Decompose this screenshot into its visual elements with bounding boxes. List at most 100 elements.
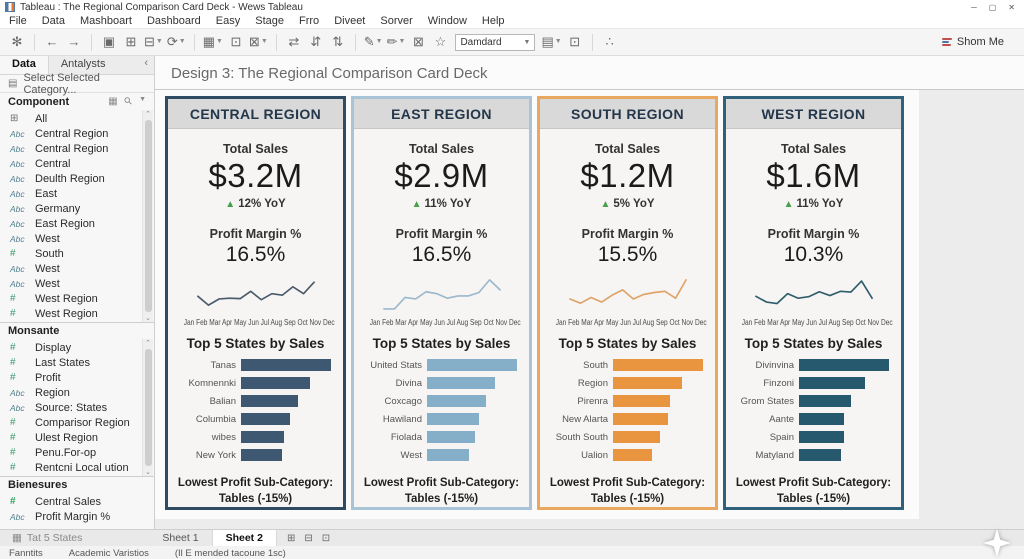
format-icon[interactable]: ✏ ▼ <box>385 31 408 53</box>
field-item[interactable]: ⊞ All <box>0 111 141 126</box>
field-item[interactable]: Abc Central <box>0 156 141 171</box>
bar[interactable] <box>613 431 660 444</box>
profit-trend-sparkline[interactable] <box>740 272 888 317</box>
field-item[interactable]: Abc Central Region <box>0 126 141 141</box>
sort-descending-icon[interactable]: ⇅ <box>327 31 349 53</box>
new-dashboard-icon[interactable]: ⊟ <box>304 533 312 544</box>
field-item[interactable]: Abc West <box>0 261 141 276</box>
menu-item-diveet[interactable]: Diveet <box>334 15 365 27</box>
bar[interactable] <box>241 431 285 444</box>
field-item[interactable]: Abc Central Region <box>0 141 141 156</box>
new-worksheet-icon[interactable]: ▦ ▼ <box>201 31 225 53</box>
new-worksheet-icon[interactable]: ⊞ <box>287 533 295 544</box>
bar[interactable] <box>241 359 331 372</box>
measures-scrollbar[interactable]: ⌃ ⌄ <box>142 339 153 476</box>
bar[interactable] <box>241 449 282 462</box>
field-item[interactable]: Abc West <box>0 231 141 246</box>
menu-item-help[interactable]: Help <box>482 15 505 27</box>
tableau-logo-icon[interactable]: ✻ <box>6 31 28 53</box>
bar[interactable] <box>613 413 668 426</box>
bar[interactable] <box>427 413 480 426</box>
field-item[interactable]: # Central Sales <box>0 494 141 509</box>
menu-item-mashboart[interactable]: Mashboart <box>80 15 132 27</box>
field-item[interactable]: # Profit <box>0 370 141 385</box>
field-item[interactable]: # West Region <box>0 291 141 306</box>
minimize-icon[interactable]: ─ <box>971 3 977 12</box>
close-icon[interactable]: ✕ <box>1008 3 1015 12</box>
menu-item-stage[interactable]: Stage <box>255 15 284 27</box>
field-item[interactable]: # Comparisor Region <box>0 415 141 430</box>
pause-updates-icon[interactable]: ⊟ ▼ <box>142 31 165 53</box>
clear-sheet-icon[interactable]: ⊠ ▼ <box>247 31 270 53</box>
menu-item-data[interactable]: Data <box>42 15 65 27</box>
field-item[interactable]: # Last States <box>0 355 141 370</box>
bar[interactable] <box>241 377 311 390</box>
show-hide-cards-icon[interactable]: ▤ ▼ <box>539 31 563 53</box>
bar[interactable] <box>427 449 470 462</box>
bar[interactable] <box>613 377 683 390</box>
view-as-table-icon[interactable]: ▦ <box>108 96 117 107</box>
menu-item-dashboard[interactable]: Dashboard <box>147 15 201 27</box>
field-item[interactable]: Abc East Region <box>0 216 141 231</box>
show-mark-labels-icon[interactable]: ⊠ <box>407 31 429 53</box>
bar[interactable] <box>241 413 290 426</box>
data-source-selector[interactable]: ▤ Select Selected Category... <box>0 72 154 96</box>
new-story-icon[interactable]: ⊡ <box>322 533 330 544</box>
highlight-icon[interactable]: ✎ ▼ <box>362 31 385 53</box>
field-item[interactable]: # West Region <box>0 306 141 321</box>
field-item[interactable]: # Ulest Region <box>0 430 141 445</box>
field-item[interactable]: # Display <box>0 340 141 355</box>
save-icon[interactable]: ▣ <box>98 31 120 53</box>
menu-item-file[interactable]: File <box>9 15 27 27</box>
bar[interactable] <box>799 395 852 408</box>
menu-item-window[interactable]: Window <box>428 15 467 27</box>
menu-item-frro[interactable]: Frro <box>299 15 319 27</box>
bar[interactable] <box>427 395 487 408</box>
field-item[interactable]: # Penu.For-op <box>0 445 141 460</box>
field-item[interactable]: Abc Region <box>0 385 141 400</box>
presentation-mode-icon[interactable]: ⊡ <box>564 31 586 53</box>
search-icon[interactable]: ⚲ <box>122 95 135 108</box>
share-icon[interactable]: ∴ <box>599 31 621 53</box>
field-item[interactable]: Abc Germany <box>0 201 141 216</box>
bar[interactable] <box>427 359 517 372</box>
data-source-tab[interactable]: ▦ Tat 5 States <box>0 530 94 546</box>
field-item[interactable]: Abc Deulth Region <box>0 171 141 186</box>
refresh-data-icon[interactable]: ⟳ ▼ <box>165 31 188 53</box>
bar[interactable] <box>427 431 475 444</box>
sort-ascending-icon[interactable]: ⇵ <box>305 31 327 53</box>
undo-icon[interactable]: ← <box>41 31 63 53</box>
bar[interactable] <box>799 413 844 426</box>
field-item[interactable]: # South <box>0 246 141 261</box>
bar[interactable] <box>799 449 842 462</box>
swap-axes-icon[interactable]: ⇄ <box>283 31 305 53</box>
tab-sheet-2[interactable]: Sheet 2 <box>212 530 277 546</box>
bar[interactable] <box>613 449 652 462</box>
profit-trend-sparkline[interactable] <box>182 272 330 317</box>
tab-sheet-1[interactable]: Sheet 1 <box>149 530 213 546</box>
fit-dropdown[interactable]: Damdard ▼ <box>455 33 536 51</box>
add-data-source-icon[interactable]: ⊞ <box>120 31 142 53</box>
show-me-button[interactable]: Shom Me <box>941 36 1018 48</box>
bar[interactable] <box>799 377 865 390</box>
duplicate-sheet-icon[interactable]: ⊡ <box>225 31 247 53</box>
maximize-icon[interactable]: ▢ <box>989 3 997 12</box>
bar[interactable] <box>613 395 670 408</box>
field-item[interactable]: Abc Source: States <box>0 400 141 415</box>
dimensions-scrollbar[interactable]: ⌃ ⌄ <box>142 110 153 322</box>
fix-axes-icon[interactable]: ☆ <box>429 31 451 53</box>
profit-trend-sparkline[interactable] <box>368 272 516 317</box>
bar[interactable] <box>241 395 298 408</box>
menu-item-sorver[interactable]: Sorver <box>380 15 412 27</box>
bar[interactable] <box>799 359 889 372</box>
field-item[interactable]: Abc West <box>0 276 141 291</box>
field-item[interactable]: Abc Profit Margin % <box>0 509 141 524</box>
field-item[interactable]: # Rentcni Local ution <box>0 460 141 475</box>
field-item[interactable]: Abc East <box>0 186 141 201</box>
profit-trend-sparkline[interactable] <box>554 272 702 317</box>
bar[interactable] <box>613 359 703 372</box>
menu-item-easy[interactable]: Easy <box>216 15 240 27</box>
bar[interactable] <box>427 377 496 390</box>
bar[interactable] <box>799 431 844 444</box>
redo-icon[interactable]: → <box>63 31 85 53</box>
